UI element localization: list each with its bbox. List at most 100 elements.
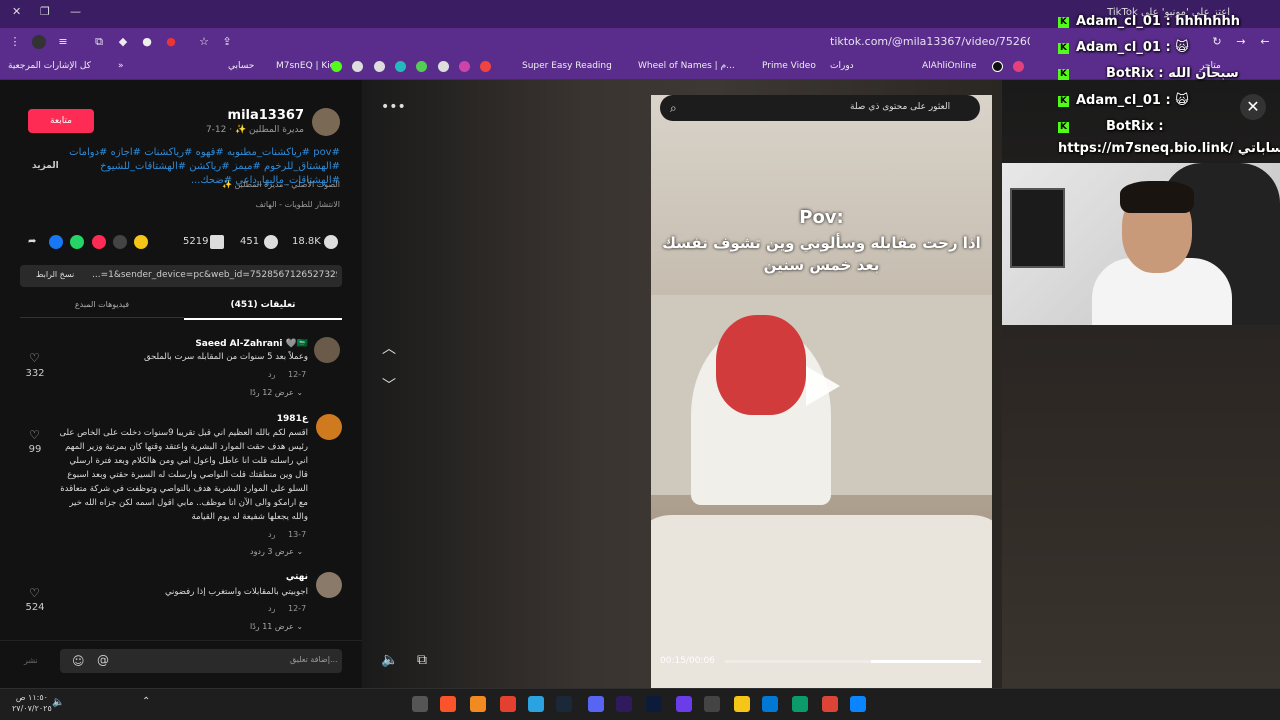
music-label[interactable]: الصوت الأصلي - مديرة المطلين ✨ (190, 180, 340, 189)
app-icon[interactable] (500, 696, 516, 712)
facebook-icon[interactable] (49, 235, 63, 249)
chrome-icon[interactable] (822, 696, 838, 712)
comment-icon[interactable] (264, 235, 278, 249)
telegram-icon[interactable] (528, 696, 544, 712)
windows-start-icon[interactable] (850, 696, 866, 712)
send-icon[interactable] (92, 235, 106, 249)
pip-icon[interactable]: ⧉ (414, 652, 430, 668)
bookmark-all[interactable]: كل الإشارات المرجعية (8, 61, 91, 71)
previous-video-icon[interactable]: ︿ (381, 341, 397, 357)
bookmark-prime-video[interactable]: Prime Video (762, 61, 816, 71)
download-icon[interactable] (416, 61, 427, 72)
avatar[interactable] (316, 414, 342, 440)
menu-icon[interactable]: ⋮ (8, 35, 22, 49)
heart-icon[interactable]: ♡ (29, 351, 40, 365)
premiere-icon[interactable] (616, 696, 632, 712)
instagram-icon[interactable] (1013, 61, 1024, 72)
search-icon[interactable]: ⌕ (670, 101, 677, 116)
bookmark-icon[interactable] (210, 235, 224, 249)
tray-overflow-icon[interactable]: ⌃ (142, 696, 150, 707)
profile-icon[interactable]: ● (140, 35, 154, 49)
tiktok-icon[interactable] (992, 61, 1003, 72)
mention-icon[interactable]: @ (97, 653, 109, 667)
app-icon[interactable] (412, 696, 428, 712)
app-icon[interactable] (676, 696, 692, 712)
comment-author[interactable]: نهتي (220, 572, 308, 582)
whatsapp-icon[interactable] (70, 235, 84, 249)
reload-icon[interactable]: ↻ (1210, 35, 1224, 49)
clock[interactable]: ١١:٥٠ ص ٢٧/٠٧/٢٠٢٥ (12, 692, 52, 714)
username[interactable]: mila13367 (200, 108, 304, 123)
steam-icon[interactable] (556, 696, 572, 712)
share-page-icon[interactable]: ⇪ (220, 35, 234, 49)
site-icon[interactable] (459, 61, 470, 72)
play-icon[interactable] (806, 366, 840, 406)
volume-icon[interactable]: 🔈 (381, 652, 398, 668)
volume-icon[interactable]: 🔈 (52, 697, 64, 708)
bookmark-star-icon[interactable]: ☆ (197, 35, 211, 49)
tab-creator-videos[interactable]: فيديوهات المبدع (20, 300, 184, 318)
next-video-icon[interactable]: ﹀ (381, 378, 397, 394)
share-link[interactable]: ...=1&sender_device=pc&web_id=7528567126… (92, 270, 337, 280)
app-icon[interactable] (704, 696, 720, 712)
embed-icon[interactable] (113, 235, 127, 249)
record-icon[interactable]: ● (164, 35, 178, 49)
heart-icon[interactable]: ♡ (29, 586, 40, 600)
discord-icon[interactable] (588, 696, 604, 712)
search-placeholder: العثور على محتوى ذي صلة (850, 102, 951, 112)
share-icon[interactable]: ➦ (28, 236, 36, 247)
brave-icon[interactable] (440, 696, 456, 712)
view-replies[interactable]: عرض 3 ردود ⌄ (250, 547, 303, 556)
site-icon[interactable] (374, 61, 385, 72)
store-icon[interactable] (762, 696, 778, 712)
site-icon[interactable] (352, 61, 363, 72)
restore-window-icon[interactable]: ❐ (40, 5, 50, 18)
bookmark-super-easy-reading[interactable]: Super Easy Reading (522, 61, 612, 71)
tab-comments[interactable]: تعليقات (451) (184, 300, 342, 320)
reply-button[interactable]: رد (268, 604, 275, 613)
bookmark-my-account[interactable]: حسابي (228, 61, 254, 71)
view-replies[interactable]: عرض 12 ردًا ⌄ (250, 388, 303, 397)
follow-button[interactable]: متابعة (28, 109, 94, 133)
file-explorer-icon[interactable] (734, 696, 750, 712)
bookmark-courses[interactable]: دورات (830, 61, 854, 71)
avatar[interactable] (312, 108, 340, 136)
heart-icon[interactable]: ♡ (29, 428, 40, 442)
copy-link-button[interactable]: نسخ الرابط (36, 270, 74, 279)
chat-message: BotRix : سبحان الله (1106, 66, 1239, 81)
more-button[interactable]: المزيد (32, 161, 59, 171)
comment-author[interactable]: ع1981 (200, 414, 308, 424)
photoshop-icon[interactable] (646, 696, 662, 712)
close-window-icon[interactable]: ✕ (12, 5, 21, 18)
playlist-icon[interactable]: ≡ (56, 35, 70, 49)
reply-button[interactable]: رد (268, 370, 275, 379)
view-replies[interactable]: عرض 11 ردًا ⌄ (250, 622, 303, 631)
site-icon[interactable] (395, 61, 406, 72)
emoji-share-icon[interactable] (134, 235, 148, 249)
video-overlay-caption: اذا رحت مقابله وسألوني وين تشوف نفسك بعد… (662, 234, 981, 274)
comment-author[interactable]: Saeed Al-Zahrani 🩶🇸🇦 (150, 339, 308, 349)
avatar[interactable] (316, 572, 342, 598)
forward-icon[interactable]: → (1234, 35, 1248, 49)
edge-icon[interactable] (792, 696, 808, 712)
brave-shield-icon[interactable]: ◆ (116, 35, 130, 49)
reply-button[interactable]: رد (268, 530, 275, 539)
more-options-icon[interactable]: ••• (381, 99, 406, 115)
post-comment-button[interactable]: نشر (24, 656, 38, 665)
like-icon[interactable] (324, 235, 338, 249)
minimize-window-icon[interactable]: — (70, 5, 81, 18)
kick-icon[interactable] (331, 61, 342, 72)
extension-icon[interactable] (32, 35, 46, 49)
emoji-icon[interactable]: ☺ (72, 654, 85, 668)
close-icon[interactable]: ✕ (1240, 94, 1266, 120)
copy-icon[interactable]: ⧉ (92, 35, 106, 49)
back-icon[interactable]: ← (1258, 35, 1272, 49)
bookmark-wheel-of-names[interactable]: Wheel of Names | م... (638, 61, 735, 71)
avatar[interactable] (314, 337, 340, 363)
bookmarks-overflow-icon[interactable]: » (118, 61, 124, 71)
address-bar[interactable]: tiktok.com/@mila13367/video/752609670109… (830, 35, 1030, 48)
bookmark-alahli[interactable]: AlAhliOnline (922, 61, 977, 71)
adobe-icon[interactable] (480, 61, 491, 72)
app-icon[interactable] (470, 696, 486, 712)
site-icon[interactable] (438, 61, 449, 72)
